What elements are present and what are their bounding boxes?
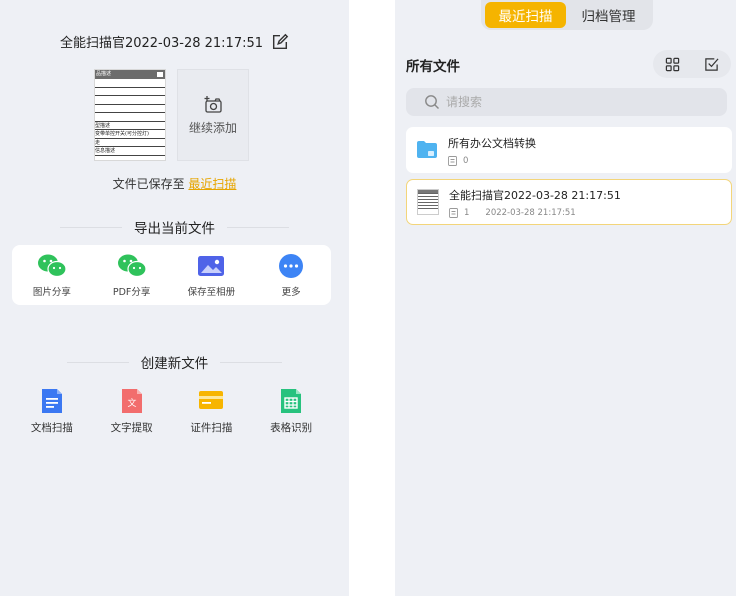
- text-extract-label: 文字提取: [110, 422, 153, 434]
- id-card-scan-icon: [199, 391, 224, 409]
- thumbnail-row: [95, 113, 165, 122]
- camera-add-icon: [204, 95, 222, 113]
- table-recognition-icon: [281, 389, 302, 413]
- share-pdf-button[interactable]: PDF分享: [97, 253, 167, 298]
- text-extract-button[interactable]: 文 文字提取: [97, 387, 167, 435]
- more-button[interactable]: 更多: [256, 253, 326, 298]
- document-title-row: 全能扫描官2022-03-28 21:17:51: [0, 32, 349, 51]
- tab-recent-scans[interactable]: 最近扫描: [485, 2, 566, 28]
- saved-location-text: 文件已保存至 最近扫描: [0, 175, 349, 192]
- svg-text:文: 文: [127, 397, 136, 409]
- wechat-icon: [117, 254, 147, 277]
- share-pdf-label: PDF分享: [112, 286, 151, 298]
- scan-result-screen: 全能扫描官2022-03-28 21:17:51 品描述 型描述 变带单控开关(…: [0, 0, 349, 596]
- table-recognition-button[interactable]: 表格识别: [256, 387, 326, 435]
- scanned-page-thumbnail[interactable]: 品描述 型描述 变带单控开关(可分控灯) 走 信息描述: [94, 69, 166, 161]
- view-tabs: 最近扫描 归档管理: [481, 0, 653, 30]
- continue-add-label: 继续添加: [188, 120, 237, 135]
- save-to-album-button[interactable]: 保存至相册: [176, 253, 246, 298]
- thumbnail-row: [95, 96, 165, 105]
- more-label: 更多: [281, 286, 301, 298]
- export-section-header: 导出当前文件: [0, 217, 349, 237]
- page-count: 1: [464, 207, 470, 218]
- page-count: 0: [463, 155, 469, 166]
- photo-album-icon: [198, 255, 225, 276]
- file-row-office-conversion[interactable]: 所有办公文档转换 0: [406, 127, 732, 173]
- text-extract-icon: 文: [121, 389, 142, 413]
- page-count-icon: [449, 207, 458, 218]
- file-name: 全能扫描官2022-03-28 21:17:51: [449, 188, 621, 202]
- share-image-label: 图片分享: [32, 286, 71, 298]
- tab-archive-management[interactable]: 归档管理: [568, 2, 649, 28]
- share-image-button[interactable]: 图片分享: [17, 253, 87, 298]
- export-options-card: 图片分享 PDF分享 保存至相册 更多: [12, 245, 331, 305]
- thumbnail-row: 型描述: [95, 122, 165, 130]
- file-list-screen: 最近扫描 归档管理 所有文件 所有办公文档转换: [395, 0, 736, 596]
- all-files-title: 所有文件: [406, 59, 460, 75]
- thumbnail-row: 变带单控开关(可分控灯): [95, 130, 165, 139]
- file-row-scan-document[interactable]: 全能扫描官2022-03-28 21:17:51 1 2022-03-28 21…: [406, 179, 732, 225]
- view-toolbar: [653, 50, 731, 78]
- thumbnail-row: [95, 88, 165, 96]
- grid-view-icon[interactable]: [665, 57, 680, 72]
- search-input[interactable]: [446, 95, 686, 109]
- saved-prefix: 文件已保存至: [112, 177, 189, 191]
- create-section-title: 创建新文件: [140, 356, 209, 372]
- document-scan-icon: [41, 389, 62, 413]
- thumbnail-row: [95, 79, 165, 88]
- document-title: 全能扫描官2022-03-28 21:17:51: [59, 36, 264, 51]
- recent-scan-link[interactable]: 最近扫描: [188, 177, 236, 191]
- select-checkbox-icon[interactable]: [704, 57, 719, 72]
- table-recognition-label: 表格识别: [270, 422, 313, 434]
- thumbnail-row: 走: [95, 139, 165, 147]
- edit-icon[interactable]: [271, 33, 289, 51]
- id-card-scan-label: 证件扫描: [190, 422, 233, 434]
- export-section-title: 导出当前文件: [134, 221, 215, 237]
- wechat-icon: [37, 254, 67, 277]
- page-count-icon: [448, 155, 457, 166]
- continue-add-button[interactable]: 继续添加: [177, 69, 249, 161]
- create-options-row: 文档扫描 文 文字提取 证件扫描 表格识别: [12, 387, 331, 435]
- document-scan-button[interactable]: 文档扫描: [17, 387, 87, 435]
- save-to-album-label: 保存至相册: [187, 286, 236, 298]
- file-date: 2022-03-28 21:17:51: [485, 207, 576, 218]
- document-thumbnail: [417, 189, 439, 215]
- file-name: 所有办公文档转换: [448, 136, 536, 150]
- thumbnail-row: [95, 105, 165, 113]
- thumbnail-header: 品描述: [95, 70, 165, 79]
- search-bar: [406, 88, 727, 116]
- more-icon: [279, 253, 304, 278]
- document-scan-label: 文档扫描: [30, 422, 73, 434]
- thumbnail-row: 信息描述: [95, 147, 165, 156]
- id-card-scan-button[interactable]: 证件扫描: [176, 387, 246, 435]
- folder-icon: [417, 141, 437, 158]
- create-section-header: 创建新文件: [0, 352, 349, 372]
- search-icon: [425, 95, 439, 109]
